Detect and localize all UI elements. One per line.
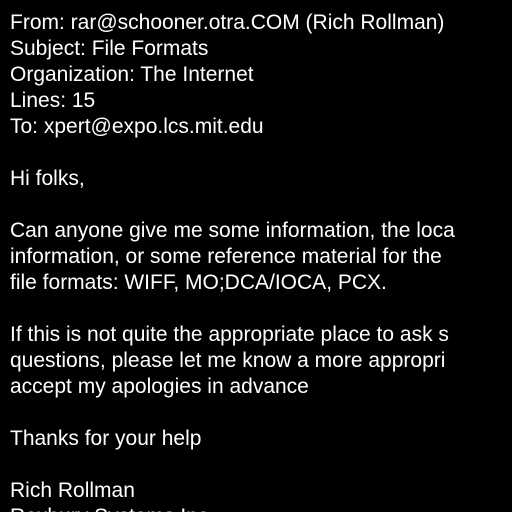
body-paragraph1-line2: information, or some reference material … [10,245,442,268]
body-paragraph2-line3: accept my apologies in advance [10,375,309,398]
body-thanks: Thanks for your help [10,427,202,450]
body-greeting: Hi folks, [10,167,85,190]
body-paragraph2-line2: questions, please let me know a more app… [10,349,446,372]
header-lines: Lines: 15 [10,89,96,112]
header-subject: Subject: File Formats [10,37,209,60]
body-paragraph1-line1: Can anyone give me some information, the… [10,219,455,242]
body-signature-line2: Roxbury Systems Inc. [10,504,214,512]
body-paragraph2-line1: If this is not quite the appropriate pla… [10,323,449,346]
header-from: From: rar@schooner.otra.COM (Rich Rollma… [10,11,445,34]
header-to: To: xpert@expo.lcs.mit.edu [10,115,264,138]
header-organization: Organization: The Internet [10,63,254,86]
terminal-screen: From: rar@schooner.otra.COM (Rich Rollma… [0,0,512,512]
body-paragraph1-line3: file formats: WIFF, MO;DCA/IOCA, PCX. [10,271,387,294]
body-signature: Rich Rollman [10,479,135,502]
